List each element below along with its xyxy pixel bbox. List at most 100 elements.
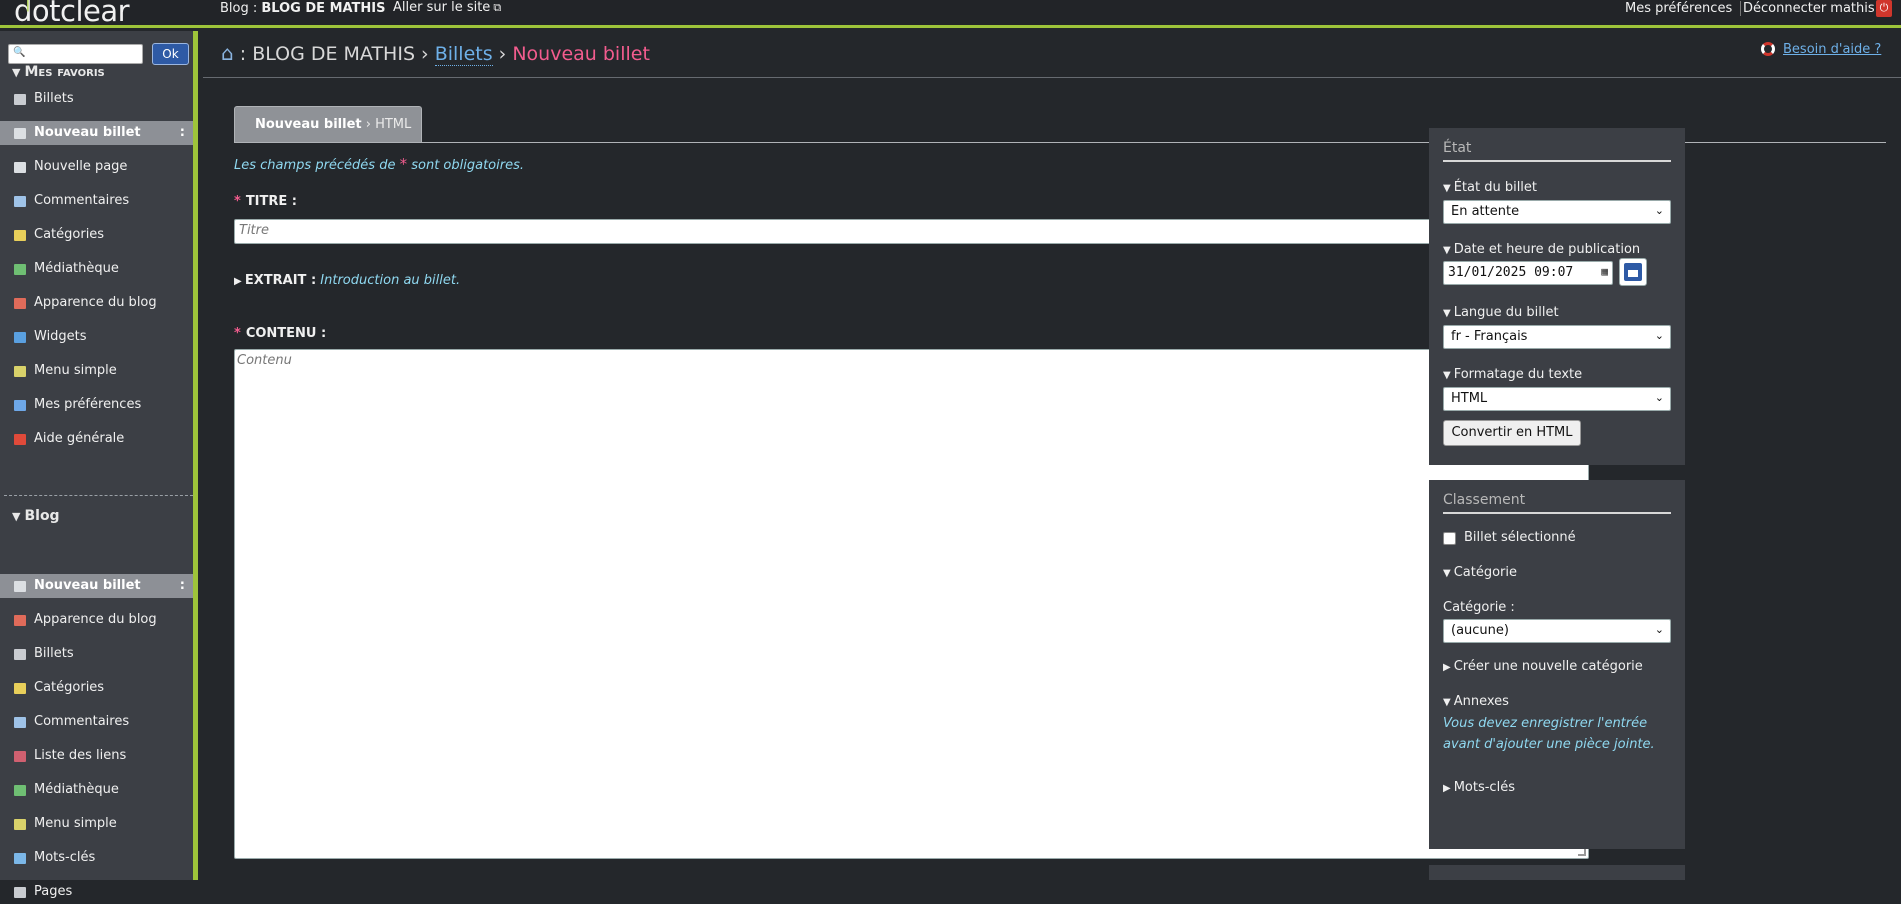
sidebar-item-label: Catégories: [34, 227, 105, 242]
sidebar-item[interactable]: Menu simple: [0, 812, 193, 836]
sidebar-item-label: Widgets: [34, 329, 87, 344]
logout-link[interactable]: Déconnecter mathis: [1743, 1, 1875, 16]
category-select[interactable]: (aucune) ⌄: [1443, 619, 1671, 643]
triangle-down-icon: ▼: [1443, 697, 1451, 708]
triangle-down-icon: ▼: [1443, 568, 1451, 579]
attachments-note: Vous devez enregistrer l'entrée avant d'…: [1443, 716, 1655, 752]
home-icon[interactable]: ⌂: [221, 41, 234, 65]
document-icon: [14, 649, 26, 660]
sidebar-item-label: Menu simple: [34, 816, 117, 831]
triangle-right-icon: ▶: [234, 276, 245, 287]
sidebar-item[interactable]: Nouvelle page: [0, 155, 193, 179]
blog-name: BLOG DE MATHIS: [261, 1, 386, 16]
status-select[interactable]: En attente ⌄: [1443, 200, 1671, 224]
status-toggle[interactable]: ▼ État du billet: [1443, 180, 1537, 195]
publication-date-toggle[interactable]: ▼ Date et heure de publication: [1443, 242, 1640, 257]
sidebar-item[interactable]: Widgets: [0, 325, 193, 349]
sidebar-item-label: Mes préférences: [34, 397, 142, 412]
sidebar-item-label: Nouvelle page: [34, 159, 128, 174]
required-star: *: [234, 194, 241, 209]
visit-site-link[interactable]: Aller sur le site ⧉: [393, 0, 501, 15]
folder-icon: [14, 230, 26, 241]
selected-post-label: Billet sélectionné: [1464, 530, 1576, 545]
sidebar: 🔍 Ok ▼ Mes favoris Billets Nouveau billet:…: [0, 31, 198, 899]
power-icon[interactable]: ⏻: [1876, 0, 1892, 17]
sidebar-item[interactable]: Commentaires: [0, 189, 193, 213]
sidebar-item[interactable]: Apparence du blog: [0, 291, 193, 315]
sidebar-item[interactable]: Nouveau billet:: [0, 574, 193, 598]
sidebar-item[interactable]: Pages: [0, 880, 193, 904]
title-input[interactable]: Titre: [234, 219, 1589, 244]
sidebar-divider: [4, 495, 193, 496]
sidebar-item-label: Apparence du blog: [34, 295, 157, 310]
classification-panel: Classement Billet sélectionné ▼ Catégorie…: [1429, 480, 1685, 849]
search-input[interactable]: 🔍: [8, 44, 143, 64]
text-format-toggle[interactable]: ▼ Formatage du texte: [1443, 367, 1582, 382]
language-toggle[interactable]: ▼ Langue du billet: [1443, 305, 1559, 320]
sidebar-item[interactable]: Médiathèque: [0, 778, 193, 802]
preferences-link[interactable]: Mes préférences: [1625, 1, 1742, 16]
image-icon: [14, 264, 26, 275]
triangle-down-icon: ▼: [1443, 308, 1451, 319]
sidebar-item[interactable]: Médiathèque: [0, 257, 193, 281]
sidebar-item-label: Médiathèque: [34, 261, 119, 276]
tag-icon: [14, 853, 26, 864]
sidebar-item[interactable]: Liste des liens: [0, 744, 193, 768]
required-star: *: [399, 155, 408, 173]
convert-html-button[interactable]: Convertir en HTML: [1443, 420, 1581, 446]
sidebar-item[interactable]: Aide générale: [0, 427, 193, 451]
sidebar-item[interactable]: Commentaires: [0, 710, 193, 734]
help-link[interactable]: Besoin d'aide ?: [1783, 42, 1881, 57]
help-icon: [14, 434, 26, 445]
new-category-toggle[interactable]: ▶ Créer une nouvelle catégorie: [1443, 659, 1643, 674]
calendar-small-icon[interactable]: ▦: [1601, 265, 1608, 278]
header-divider: [203, 77, 1901, 78]
image-icon: [14, 785, 26, 796]
text-format-select[interactable]: HTML ⌄: [1443, 387, 1671, 411]
dotclear-logo[interactable]: ❘ dotclear: [14, 0, 130, 28]
tab-new-post[interactable]: Nouveau billet › HTML: [234, 106, 422, 142]
sidebar-item-label: Menu simple: [34, 363, 117, 378]
triangle-right-icon: ▶: [1443, 783, 1451, 794]
breadcrumb-billets-link[interactable]: Billets: [434, 43, 493, 66]
blog-section-title[interactable]: ▼ Blog: [12, 508, 60, 524]
search-icon: 🔍: [13, 47, 26, 58]
category-field-label: Catégorie :: [1443, 600, 1515, 615]
search-ok-button[interactable]: Ok: [152, 43, 189, 65]
sidebar-item[interactable]: Apparence du blog: [0, 608, 193, 632]
drag-handle-icon[interactable]: :: [180, 121, 185, 145]
attachments-toggle[interactable]: ▼ Annexes: [1443, 694, 1509, 709]
edit-icon: [14, 128, 26, 139]
widgets-icon: [14, 332, 26, 343]
sidebar-item-label: Mots-clés: [34, 850, 96, 865]
triangle-down-icon: ▼: [1443, 370, 1451, 381]
chevron-down-icon: ⌄: [1654, 623, 1664, 636]
language-select[interactable]: fr - Français ⌄: [1443, 325, 1671, 349]
category-toggle[interactable]: ▼ Catégorie: [1443, 565, 1517, 580]
publication-date-input[interactable]: 31/01/2025 09:07 ▦: [1443, 261, 1613, 285]
calendar-button[interactable]: [1619, 258, 1647, 286]
selected-post-checkbox[interactable]: [1443, 532, 1456, 545]
resize-grip-icon[interactable]: [1578, 848, 1586, 856]
content-textarea[interactable]: Contenu: [234, 349, 1589, 859]
comment-icon: [14, 717, 26, 728]
next-panel-edge: [1429, 865, 1685, 880]
sidebar-item[interactable]: Nouveau billet:: [0, 121, 193, 145]
sidebar-item[interactable]: Catégories: [0, 676, 193, 700]
drag-handle-icon[interactable]: :: [180, 574, 185, 598]
sidebar-item[interactable]: Mots-clés: [0, 846, 193, 870]
lifebuoy-icon[interactable]: [1761, 42, 1775, 56]
folder-icon: [14, 683, 26, 694]
sidebar-item[interactable]: Mes préférences: [0, 393, 193, 417]
calendar-icon: [1624, 263, 1642, 281]
edit-icon: [14, 162, 26, 173]
sidebar-item[interactable]: Menu simple: [0, 359, 193, 383]
tags-toggle[interactable]: ▶ Mots-clés: [1443, 780, 1515, 795]
menu-icon: [14, 366, 26, 377]
sidebar-item[interactable]: Billets: [0, 87, 193, 111]
favorites-section-title[interactable]: ▼ Mes favoris: [12, 64, 105, 80]
excerpt-toggle[interactable]: ▶ EXTRAIT : Introduction au billet.: [234, 273, 460, 288]
sidebar-item-label: Aide générale: [34, 431, 125, 446]
sidebar-item[interactable]: Catégories: [0, 223, 193, 247]
sidebar-item[interactable]: Billets: [0, 642, 193, 666]
